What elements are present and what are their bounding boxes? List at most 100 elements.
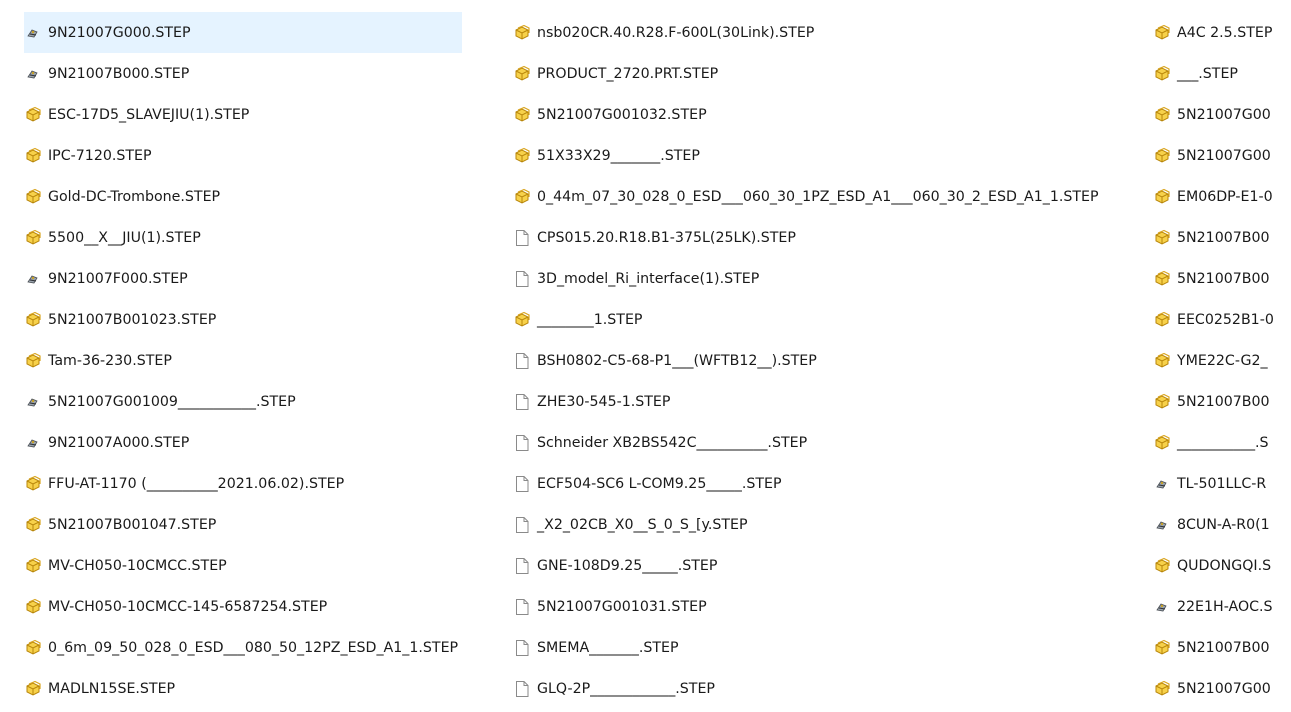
file-item[interactable]: 9N21007A000.STEP (24, 422, 462, 463)
file-item[interactable]: GNE-108D9.25_____.STEP (513, 545, 1133, 586)
file-column-3: A4C 2.5.STEP ___.STEP 5N21007G00 5N21007G00… (1153, 12, 1274, 709)
file-item[interactable]: ESC-17D5_SLAVEJIU(1).STEP (24, 94, 462, 135)
file-item[interactable]: MV-CH050-10CMCC.STEP (24, 545, 462, 586)
file-name-label: 9N21007F000.STEP (48, 270, 188, 287)
file-item[interactable]: 9N21007G000.STEP (24, 12, 462, 53)
cad-step-icon (24, 639, 42, 657)
cad-step-icon (1153, 106, 1171, 124)
file-item[interactable]: 9N21007B000.STEP (24, 53, 462, 94)
file-item[interactable]: ___________.S (1153, 422, 1274, 463)
file-item[interactable]: ___.STEP (1153, 53, 1274, 94)
file-item[interactable]: 5N21007B001023.STEP (24, 299, 462, 340)
file-name-label: 5N21007B00 (1177, 393, 1270, 410)
file-name-label: ___.STEP (1177, 65, 1238, 82)
file-name-label: Gold-DC-Trombone.STEP (48, 188, 221, 205)
cad-step-icon (513, 188, 531, 206)
file-name-label: 5N21007B00 (1177, 639, 1270, 656)
thumbnail-part-icon (1153, 516, 1171, 534)
blank-file-icon (513, 639, 531, 657)
file-item[interactable]: Tam-36-230.STEP (24, 340, 462, 381)
cad-step-icon (24, 680, 42, 698)
thumbnail-part-icon (1153, 475, 1171, 493)
file-item[interactable]: _X2_02CB_X0__S_0_S_[y.STEP (513, 504, 1133, 545)
file-item[interactable]: EM06DP-E1-0 (1153, 176, 1274, 217)
file-item[interactable]: 3D_model_Ri_interface(1).STEP (513, 258, 1133, 299)
file-item[interactable]: TL-501LLC-R (1153, 463, 1274, 504)
cad-step-icon (513, 65, 531, 83)
file-item[interactable]: QUDONGQI.S (1153, 545, 1274, 586)
cad-step-icon (1153, 352, 1171, 370)
file-name-label: EM06DP-E1-0 (1177, 188, 1273, 205)
file-item[interactable]: ZHE30-545-1.STEP (513, 381, 1133, 422)
file-item[interactable]: A4C 2.5.STEP (1153, 12, 1274, 53)
file-item[interactable]: 8CUN-A-R0(1 (1153, 504, 1274, 545)
file-name-label: 5N21007B00 (1177, 229, 1270, 246)
file-item[interactable]: MV-CH050-10CMCC-145-6587254.STEP (24, 586, 462, 627)
file-item[interactable]: 9N21007F000.STEP (24, 258, 462, 299)
cad-step-icon (1153, 188, 1171, 206)
file-item[interactable]: Gold-DC-Trombone.STEP (24, 176, 462, 217)
file-item[interactable]: 5N21007G001009___________.STEP (24, 381, 462, 422)
file-item[interactable]: Schneider XB2BS542C__________.STEP (513, 422, 1133, 463)
file-item[interactable]: 5N21007B00 (1153, 258, 1274, 299)
file-item[interactable]: EEC0252B1-0 (1153, 299, 1274, 340)
cad-step-icon (24, 475, 42, 493)
file-item[interactable]: ________1.STEP (513, 299, 1133, 340)
file-name-label: ________1.STEP (537, 311, 643, 328)
file-item[interactable]: IPC-7120.STEP (24, 135, 462, 176)
file-item[interactable]: FFU-AT-1170 (__________2021.06.02).STEP (24, 463, 462, 504)
file-name-label: GNE-108D9.25_____.STEP (537, 557, 718, 574)
cad-step-icon (1153, 270, 1171, 288)
cad-step-icon (24, 557, 42, 575)
file-name-label: 9N21007A000.STEP (48, 434, 190, 451)
cad-step-icon (1153, 147, 1171, 165)
file-item[interactable]: 5N21007G00 (1153, 668, 1274, 709)
blank-file-icon (513, 270, 531, 288)
file-item[interactable]: 5N21007B00 (1153, 381, 1274, 422)
cad-step-icon (1153, 393, 1171, 411)
cad-step-icon (1153, 24, 1171, 42)
file-item[interactable]: 5500__X__JIU(1).STEP (24, 217, 462, 258)
file-item[interactable]: ECF504-SC6 L-COM9.25_____.STEP (513, 463, 1133, 504)
file-name-label: 5N21007G00 (1177, 106, 1271, 123)
file-item[interactable]: 0_44m_07_30_028_0_ESD___060_30_1PZ_ESD_A… (513, 176, 1133, 217)
file-name-label: EEC0252B1-0 (1177, 311, 1274, 328)
file-item[interactable]: 5N21007G001032.STEP (513, 94, 1133, 135)
file-item[interactable]: SMEMA_______.STEP (513, 627, 1133, 668)
file-item[interactable]: PRODUCT_2720.PRT.STEP (513, 53, 1133, 94)
file-name-label: 5N21007B001023.STEP (48, 311, 217, 328)
file-name-label: GLQ-2P____________.STEP (537, 680, 715, 697)
file-item[interactable]: MADLN15SE.STEP (24, 668, 462, 709)
file-item[interactable]: 22E1H-AOC.S (1153, 586, 1274, 627)
cad-step-icon (24, 106, 42, 124)
file-item[interactable]: 5N21007G00 (1153, 135, 1274, 176)
file-item[interactable]: nsb020CR.40.R28.F-600L(30Link).STEP (513, 12, 1133, 53)
file-name-label: MADLN15SE.STEP (48, 680, 176, 697)
file-item[interactable]: 0_6m_09_50_028_0_ESD___080_50_12PZ_ESD_A… (24, 627, 462, 668)
cad-step-icon (24, 352, 42, 370)
file-item[interactable]: CPS015.20.R18.B1-375L(25LK).STEP (513, 217, 1133, 258)
file-item[interactable]: GLQ-2P____________.STEP (513, 668, 1133, 709)
file-name-label: MV-CH050-10CMCC-145-6587254.STEP (48, 598, 328, 615)
file-item[interactable]: YME22C-G2_ (1153, 340, 1274, 381)
file-item[interactable]: 5N21007G001031.STEP (513, 586, 1133, 627)
file-name-label: 5N21007G00 (1177, 147, 1271, 164)
file-item[interactable]: 5N21007B00 (1153, 627, 1274, 668)
file-name-label: QUDONGQI.S (1177, 557, 1272, 574)
file-item[interactable]: 5N21007B001047.STEP (24, 504, 462, 545)
cad-step-icon (24, 147, 42, 165)
file-name-label: A4C 2.5.STEP (1177, 24, 1273, 41)
file-name-label: 0_44m_07_30_028_0_ESD___060_30_1PZ_ESD_A… (537, 188, 1099, 205)
file-item[interactable]: 5N21007B00 (1153, 217, 1274, 258)
file-name-label: 5500__X__JIU(1).STEP (48, 229, 201, 246)
file-item[interactable]: 5N21007G00 (1153, 94, 1274, 135)
blank-file-icon (513, 434, 531, 452)
file-name-label: 5N21007B00 (1177, 270, 1270, 287)
file-item[interactable]: 51X33X29_______.STEP (513, 135, 1133, 176)
file-name-label: 5N21007B001047.STEP (48, 516, 217, 533)
file-name-label: _X2_02CB_X0__S_0_S_[y.STEP (537, 516, 748, 533)
file-name-label: PRODUCT_2720.PRT.STEP (537, 65, 719, 82)
file-name-label: 9N21007B000.STEP (48, 65, 190, 82)
file-item[interactable]: BSH0802-C5-68-P1___(WFTB12__).STEP (513, 340, 1133, 381)
cad-step-icon (1153, 434, 1171, 452)
